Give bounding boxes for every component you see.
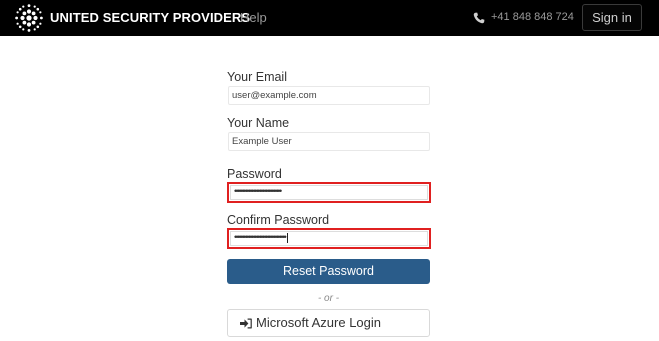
azure-button-label: Microsoft Azure Login — [256, 315, 382, 330]
microsoft-azure-login-button[interactable]: Microsoft Azure Login — [227, 309, 430, 337]
confirm-password-field-error-outline: ••••••••••••••••••••••••••••••••• — [227, 228, 431, 249]
nav-link-help[interactable]: Help — [240, 10, 267, 25]
top-navbar: UNITED SECURITY PROVIDERS Help +41 848 8… — [0, 0, 659, 36]
password-field[interactable]: •••••••••••••••••••••••••••••• — [230, 185, 428, 200]
confirm-password-label: Confirm Password — [227, 213, 330, 227]
company-logo-icon[interactable] — [14, 3, 44, 33]
or-separator: - or - — [317, 293, 340, 304]
reset-password-button[interactable]: Reset Password — [227, 259, 430, 284]
sign-in-button[interactable]: Sign in — [582, 4, 642, 31]
password-label: Password — [227, 167, 282, 181]
confirm-password-field[interactable]: ••••••••••••••••••••••••••••••••• — [230, 231, 428, 246]
brand-name[interactable]: UNITED SECURITY PROVIDERS — [50, 10, 250, 25]
name-label: Your Name — [227, 116, 290, 130]
email-label: Your Email — [227, 70, 287, 84]
name-field[interactable]: Example User — [228, 132, 430, 151]
phone-number[interactable]: +41 848 848 724 — [491, 11, 574, 23]
confirm-password-value: ••••••••••••••••••••••••••••••••• — [234, 232, 287, 242]
text-caret — [287, 232, 289, 243]
password-field-error-outline: •••••••••••••••••••••••••••••• — [227, 182, 431, 203]
email-field[interactable]: user@example.com — [228, 86, 430, 105]
password-value: •••••••••••••••••••••••••••••• — [234, 186, 282, 196]
sign-in-arrow-icon — [240, 318, 252, 329]
phone-icon — [473, 12, 485, 24]
